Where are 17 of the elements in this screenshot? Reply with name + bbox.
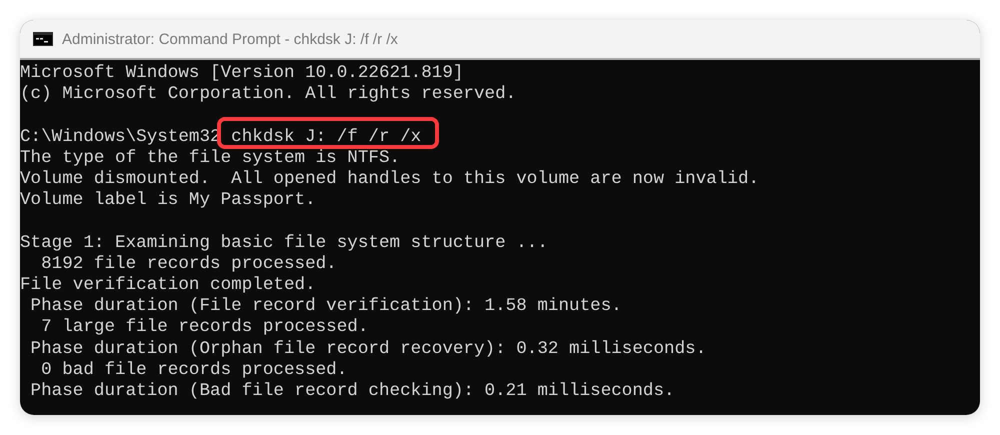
window-title: Administrator: Command Prompt - chkdsk J: /f /r /x — [62, 30, 398, 48]
output-line: Phase duration (Bad file record checking): 0.21 milliseconds. — [30, 381, 675, 402]
output-line: Stage 1: Examining basic file system structure ... — [20, 232, 548, 254]
output-line: 8192 file records processed. — [40, 254, 337, 275]
output-line: Phase duration (File record verification): 1.58 minutes. — [30, 296, 622, 318]
output-line: File verification completed. — [20, 275, 316, 296]
console-icon — [33, 32, 53, 46]
output-line: 7 large file records processed. — [40, 317, 368, 339]
command-text: chkdsk J: /f /r /x — [231, 126, 422, 147]
output-line: 0 bad file records processed. — [40, 360, 348, 382]
output-line: Volume dismounted. All opened handles to this volume are now invalid. — [20, 169, 760, 190]
output-line: Volume label is My Passport. — [20, 190, 316, 212]
output-line: Microsoft Windows [Version 10.0.22621.819] — [20, 63, 464, 84]
output-line: Phase duration (Orphan file record recovery): 0.32 milliseconds. — [30, 338, 706, 360]
output-line: (c) Microsoft Corporation. All rights reserved. — [20, 84, 516, 106]
prompt-path: C:\Windows\System32 — [20, 126, 221, 148]
output-line: The type of the file system is NTFS. — [20, 148, 400, 169]
